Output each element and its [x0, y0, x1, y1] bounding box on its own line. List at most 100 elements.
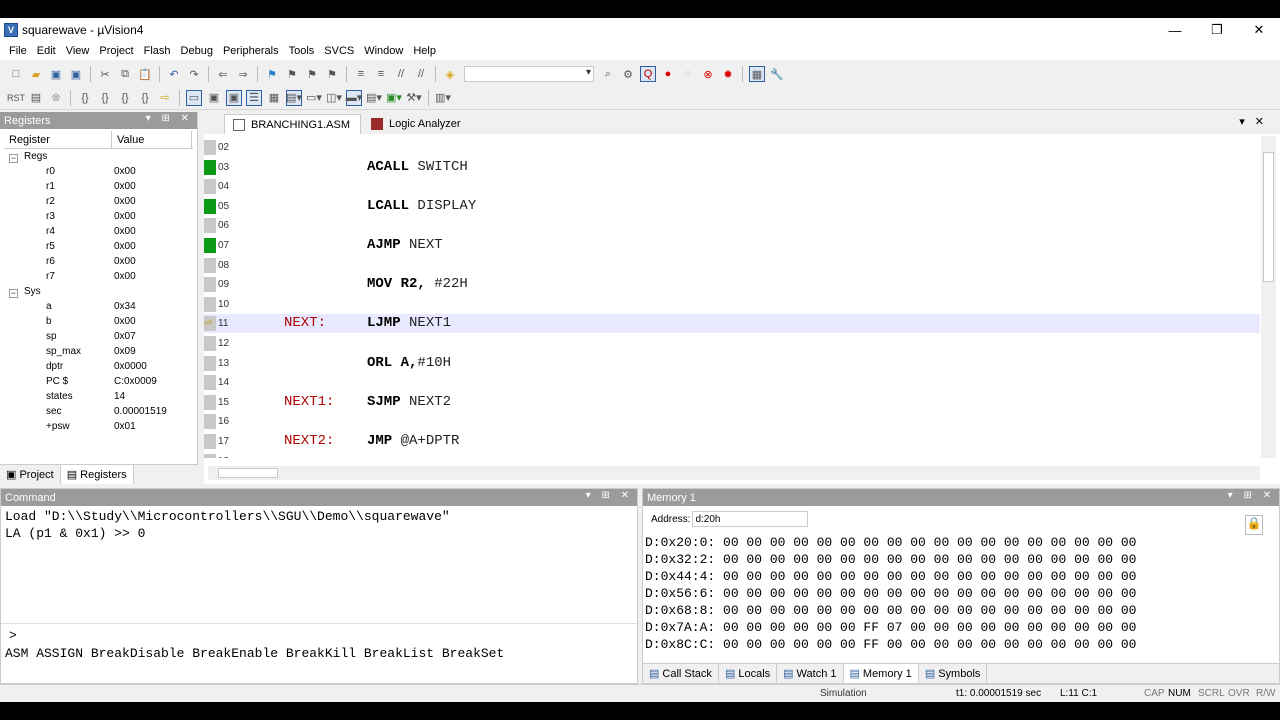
- bookmark-clear-icon[interactable]: ⚑: [324, 66, 340, 82]
- debug-session-icon[interactable]: Q: [640, 66, 656, 82]
- memory-row[interactable]: D:0x8C:C: 00 00 00 00 00 00 FF 00 00 00 …: [645, 636, 1277, 653]
- undo-icon[interactable]: ↶: [166, 66, 182, 82]
- code-line[interactable]: 16: [204, 412, 1260, 431]
- code-line[interactable]: 15 NEXT1: SJMP NEXT2: [204, 393, 1260, 412]
- lock-icon[interactable]: 🔒: [1245, 515, 1263, 535]
- code-line[interactable]: 12: [204, 334, 1260, 353]
- nav-forward-icon[interactable]: ⇒: [235, 66, 251, 82]
- symbols-window-icon[interactable]: ▣: [226, 89, 242, 106]
- configure-icon[interactable]: 🔧: [769, 66, 785, 82]
- code-line[interactable]: 03 ACALL SWITCH: [204, 158, 1260, 177]
- tab-call-stack[interactable]: ▤ Call Stack: [643, 664, 719, 683]
- reset-icon[interactable]: RST: [7, 90, 25, 106]
- insert-breakpoint-icon[interactable]: ●: [660, 66, 676, 82]
- memory-row[interactable]: D:0x68:8: 00 00 00 00 00 00 00 00 00 00 …: [645, 602, 1277, 619]
- menu-view[interactable]: View: [61, 45, 95, 57]
- bookmark-icon[interactable]: ⚑: [264, 66, 280, 82]
- register-row[interactable]: +psw 0x01: [4, 419, 197, 434]
- memory-row[interactable]: D:0x56:6: 00 00 00 00 00 00 00 00 00 00 …: [645, 585, 1277, 602]
- register-row[interactable]: a 0x34: [4, 299, 197, 314]
- step-out-icon[interactable]: {}: [117, 90, 133, 106]
- editor-hscrollbar[interactable]: [208, 466, 1260, 480]
- call-stack-window-icon[interactable]: ▦: [266, 90, 282, 106]
- watch-window-icon[interactable]: ▤▾: [286, 89, 302, 106]
- paste-icon[interactable]: 📋: [137, 66, 153, 82]
- toolbox-icon[interactable]: ⚒▾: [406, 90, 422, 106]
- code-line[interactable]: 08: [204, 256, 1260, 275]
- code-area[interactable]: 02 03 ACALL SWITCH 04 05 LCALL DISPLAY 06 07 AJM…: [204, 136, 1260, 458]
- run-to-cursor-icon[interactable]: {}: [137, 90, 153, 106]
- open-file-icon[interactable]: ▰: [28, 66, 44, 82]
- register-row[interactable]: sp_max 0x09: [4, 344, 197, 359]
- step-over-icon[interactable]: {}: [97, 90, 113, 106]
- register-value[interactable]: 14: [114, 391, 194, 402]
- save-icon[interactable]: ▣: [48, 66, 64, 82]
- code-line[interactable]: ⇨ 11 NEXT: LJMP NEXT1: [204, 314, 1260, 334]
- code-line[interactable]: 14: [204, 373, 1260, 392]
- command-input[interactable]: >: [1, 624, 637, 644]
- memory-window-icon[interactable]: ▭▾: [306, 90, 322, 106]
- editor-tab-controls[interactable]: ▾✕: [1239, 115, 1274, 128]
- code-line[interactable]: 05 LCALL DISPLAY: [204, 197, 1260, 216]
- register-row[interactable]: states 14: [4, 389, 197, 404]
- code-line[interactable]: 18: [204, 452, 1260, 458]
- code-line[interactable]: 04: [204, 177, 1260, 196]
- register-row[interactable]: r6 0x00: [4, 254, 197, 269]
- register-value[interactable]: 0x00: [114, 226, 194, 237]
- enable-breakpoint-icon[interactable]: ○: [680, 66, 696, 82]
- register-value[interactable]: 0x34: [114, 301, 194, 312]
- new-file-icon[interactable]: □: [8, 66, 24, 82]
- register-row[interactable]: sec 0.00001519: [4, 404, 197, 419]
- menu-flash[interactable]: Flash: [139, 45, 176, 57]
- address-input[interactable]: [692, 511, 809, 527]
- memory-row[interactable]: D:0x7A:A: 00 00 00 00 00 00 FF 07 00 00 …: [645, 619, 1277, 636]
- register-row[interactable]: r5 0x00: [4, 239, 197, 254]
- menu-peripherals[interactable]: Peripherals: [218, 45, 284, 57]
- menu-debug[interactable]: Debug: [176, 45, 218, 57]
- menu-project[interactable]: Project: [94, 45, 138, 57]
- memory-row[interactable]: D:0x32:2: 00 00 00 00 00 00 00 00 00 00 …: [645, 551, 1277, 568]
- minimize-button[interactable]: —: [1154, 18, 1196, 42]
- tab-watch-1[interactable]: ▤ Watch 1: [777, 664, 844, 683]
- column-value[interactable]: Value: [112, 131, 192, 148]
- register-value[interactable]: 0x00: [114, 166, 194, 177]
- command-window-icon[interactable]: ▭: [186, 89, 202, 106]
- register-row[interactable]: r3 0x00: [4, 209, 197, 224]
- find-in-files-icon[interactable]: ◈: [442, 66, 458, 82]
- tab-branching1-asm[interactable]: BRANCHING1.ASM: [224, 114, 362, 134]
- find-combo[interactable]: [464, 66, 594, 82]
- menu-svcs[interactable]: SVCS: [319, 45, 359, 57]
- pane-controls[interactable]: ▾ ⊞ ✕: [586, 490, 633, 501]
- menu-edit[interactable]: Edit: [32, 45, 61, 57]
- bookmark-prev-icon[interactable]: ⚑: [284, 66, 300, 82]
- find-icon[interactable]: ⌕: [600, 66, 616, 82]
- register-value[interactable]: C:0x0009: [114, 376, 194, 387]
- redo-icon[interactable]: ↷: [186, 66, 202, 82]
- stop-icon[interactable]: ⊗: [48, 90, 64, 106]
- menu-tools[interactable]: Tools: [284, 45, 320, 57]
- close-button[interactable]: ✕: [1238, 18, 1280, 42]
- memory-row[interactable]: D:0x44:4: 00 00 00 00 00 00 00 00 00 00 …: [645, 568, 1277, 585]
- register-row[interactable]: r2 0x00: [4, 194, 197, 209]
- cut-icon[interactable]: ✂: [97, 66, 113, 82]
- register-row[interactable]: r4 0x00: [4, 224, 197, 239]
- debug-layout-icon[interactable]: ▥▾: [435, 90, 451, 106]
- comment-icon[interactable]: //: [393, 66, 409, 82]
- menu-file[interactable]: File: [4, 45, 32, 57]
- register-value[interactable]: 0x00: [114, 316, 194, 327]
- column-register[interactable]: Register: [4, 131, 112, 148]
- restore-button[interactable]: ❐: [1196, 18, 1238, 42]
- disable-breakpoints-icon[interactable]: ⊗: [700, 66, 716, 82]
- register-value[interactable]: 0x00: [114, 271, 194, 282]
- incremental-find-icon[interactable]: ⚙: [620, 66, 636, 82]
- register-value[interactable]: 0x0000: [114, 361, 194, 372]
- disassembly-window-icon[interactable]: ▣: [206, 90, 222, 106]
- register-value[interactable]: 0x00: [114, 241, 194, 252]
- register-row[interactable]: dptr 0x0000: [4, 359, 197, 374]
- trace-window-icon[interactable]: ▤▾: [366, 90, 382, 106]
- tab-logic-analyzer[interactable]: Logic Analyzer: [363, 114, 471, 134]
- register-group[interactable]: − Sys: [4, 284, 197, 299]
- register-value[interactable]: 0.00001519: [114, 406, 194, 417]
- kill-breakpoints-icon[interactable]: ✹: [720, 66, 736, 82]
- editor-vscrollbar[interactable]: [1261, 136, 1276, 458]
